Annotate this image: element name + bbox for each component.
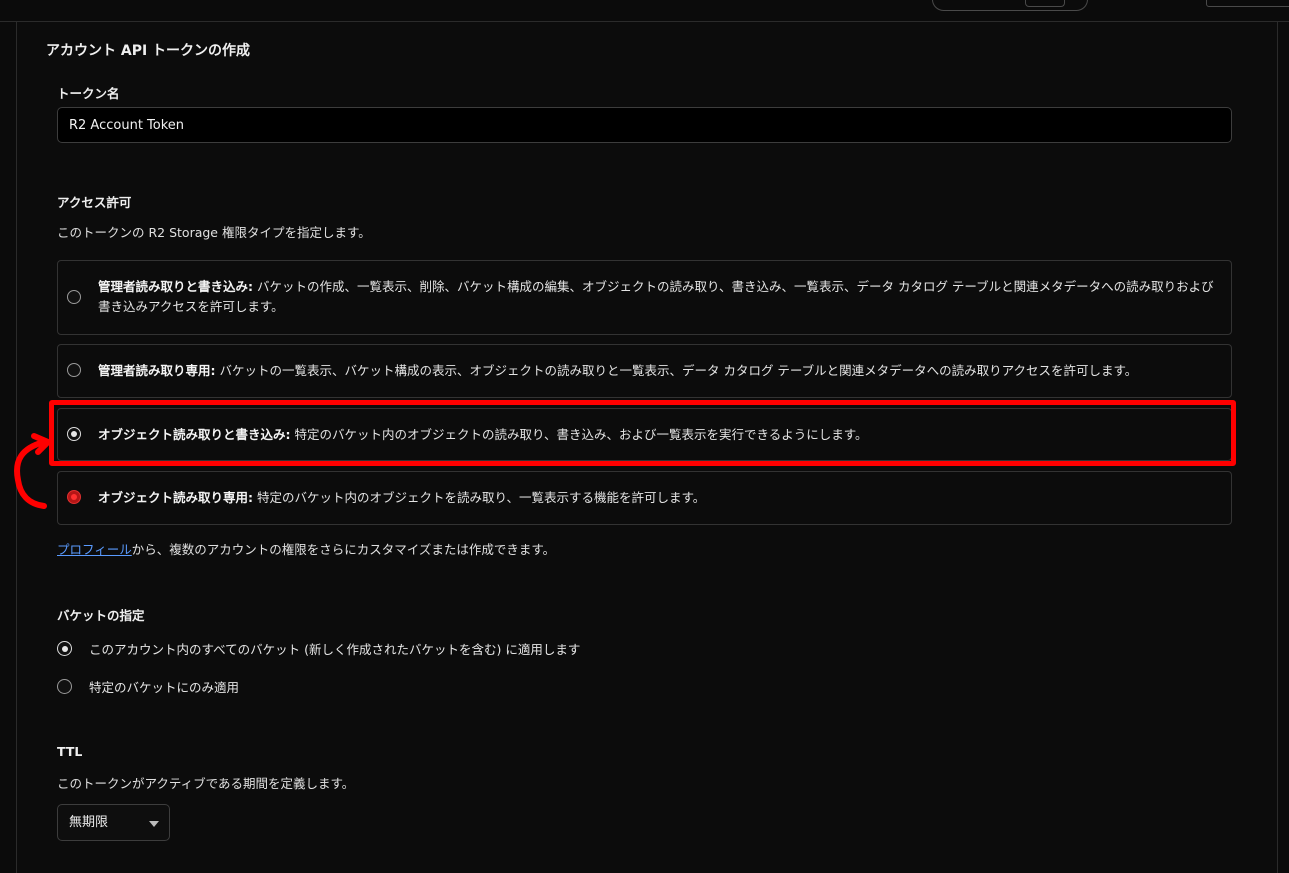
top-search-pill[interactable] bbox=[932, 0, 1088, 11]
ttl-selected-value: 無期限 bbox=[69, 815, 109, 830]
profile-hint-text: から、複数のアカウントの権限をさらにカスタマイズまたは作成できます。 bbox=[131, 542, 556, 557]
option-description: バケットの作成、一覧表示、削除、バケット構成の編集、オブジェクトの読み取り、書き… bbox=[98, 279, 1214, 314]
shortcut-hint bbox=[1025, 0, 1065, 7]
permission-option-object-read-only[interactable]: オブジェクト読み取り専用: 特定のバケット内のオブジェクトを読み取り、一覧表示す… bbox=[57, 471, 1232, 525]
bucket-option-specific[interactable]: 特定のバケットにのみ適用 bbox=[57, 677, 239, 696]
radio-bucket-all[interactable] bbox=[57, 641, 72, 656]
radio-admin-read-write[interactable] bbox=[67, 290, 81, 304]
radio-object-read-only[interactable] bbox=[67, 490, 81, 504]
ttl-select[interactable]: 無期限 bbox=[57, 804, 170, 841]
top-bar bbox=[0, 0, 1289, 22]
option-title: 管理者読み取り専用: bbox=[98, 363, 216, 378]
permission-option-admin-read-only[interactable]: 管理者読み取り専用: バケットの一覧表示、バケット構成の表示、オブジェクトの読み… bbox=[57, 344, 1232, 398]
token-name-label: トークン名 bbox=[57, 86, 120, 101]
option-title: 管理者読み取りと書き込み: bbox=[98, 279, 253, 294]
permission-option-admin-read-write[interactable]: 管理者読み取りと書き込み: バケットの作成、一覧表示、削除、バケット構成の編集、… bbox=[57, 260, 1232, 335]
bucket-option-all[interactable]: このアカウント内のすべてのバケット (新しく作成されたバケットを含む) に適用し… bbox=[57, 639, 580, 658]
radio-bucket-specific[interactable] bbox=[57, 679, 72, 694]
option-description: 特定のバケット内のオブジェクトを読み取り、一覧表示する機能を許可します。 bbox=[253, 490, 706, 505]
ttl-label: TTL bbox=[57, 744, 83, 759]
option-title: オブジェクト読み取り専用: bbox=[98, 490, 253, 505]
bucket-label: バケットの指定 bbox=[57, 608, 145, 623]
token-name-input[interactable] bbox=[57, 107, 1232, 143]
ttl-description: このトークンがアクティブである期間を定義します。 bbox=[57, 776, 355, 791]
page-title: アカウント API トークンの作成 bbox=[46, 43, 251, 59]
radio-admin-read-only[interactable] bbox=[67, 363, 81, 377]
permissions-label: アクセス許可 bbox=[57, 195, 132, 210]
option-description: 特定のバケット内のオブジェクトの読み取り、書き込み、および一覧表示を実行できるよ… bbox=[290, 427, 868, 442]
caret-down-icon bbox=[149, 821, 159, 827]
bucket-option-label: このアカウント内のすべてのバケット (新しく作成されたバケットを含む) に適用し… bbox=[89, 642, 581, 657]
permission-option-object-read-write[interactable]: オブジェクト読み取りと書き込み: 特定のバケット内のオブジェクトの読み取り、書き… bbox=[57, 408, 1232, 461]
permissions-description: このトークンの R2 Storage 権限タイプを指定します。 bbox=[57, 225, 371, 240]
bucket-option-label: 特定のバケットにのみ適用 bbox=[89, 680, 240, 695]
top-account-button[interactable] bbox=[1206, 0, 1289, 7]
profile-hint: プロフィールから、複数のアカウントの権限をさらにカスタマイズまたは作成できます。 bbox=[57, 539, 555, 558]
option-title: オブジェクト読み取りと書き込み: bbox=[98, 427, 291, 442]
profile-link[interactable]: プロフィール bbox=[57, 542, 132, 557]
radio-object-read-write[interactable] bbox=[67, 427, 81, 441]
option-description: バケットの一覧表示、バケット構成の表示、オブジェクトの読み取りと一覧表示、データ… bbox=[215, 363, 1138, 378]
